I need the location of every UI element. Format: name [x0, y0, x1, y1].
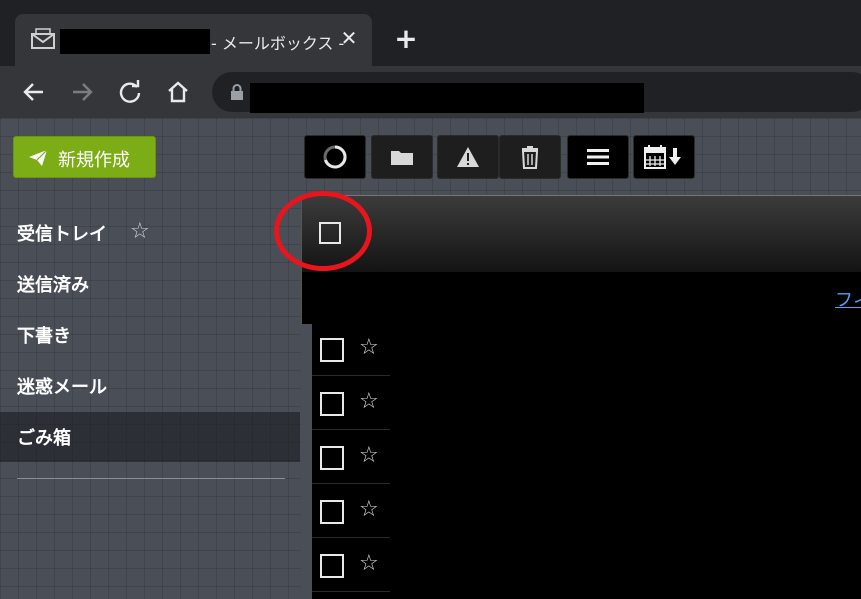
refresh-button[interactable] — [304, 135, 366, 179]
list-gutter — [301, 324, 312, 599]
folder-label: 受信トレイ — [17, 224, 107, 245]
star-icon[interactable]: ☆ — [359, 497, 379, 522]
folder-drafts[interactable]: 下書き — [0, 310, 300, 360]
list-options-button[interactable] — [567, 135, 629, 179]
message-list-header — [301, 195, 861, 272]
report-spam-button[interactable] — [437, 135, 499, 179]
menu-icon — [587, 149, 609, 165]
filter-link[interactable]: フィ — [835, 286, 861, 312]
list-item[interactable]: ☆ — [312, 322, 390, 376]
new-tab-icon[interactable]: + — [393, 25, 419, 53]
compose-button[interactable]: 新規作成 — [13, 136, 156, 178]
delete-button[interactable] — [499, 135, 561, 179]
calendar-download-icon — [644, 145, 681, 169]
star-icon[interactable]: ☆ — [359, 443, 379, 468]
row-checkbox[interactable] — [320, 338, 344, 362]
move-folder-button[interactable] — [371, 135, 433, 179]
list-item[interactable]: ☆ — [312, 538, 390, 592]
folder-spam[interactable]: 迷惑メール — [0, 361, 300, 411]
star-icon[interactable]: ☆ — [130, 219, 150, 244]
row-checkbox[interactable] — [320, 446, 344, 470]
reload-icon[interactable] — [116, 78, 144, 106]
folder-label: 送信済み — [17, 275, 89, 296]
back-icon[interactable] — [20, 78, 48, 106]
list-item[interactable]: ☆ — [312, 376, 390, 430]
browser-toolbar — [0, 66, 861, 118]
folder-label: 迷惑メール — [17, 377, 107, 398]
address-bar[interactable] — [212, 72, 861, 113]
row-checkbox[interactable] — [320, 500, 344, 524]
lock-icon — [231, 84, 243, 100]
star-icon[interactable]: ☆ — [359, 335, 379, 360]
browser-titlebar: - メールボックス - ✕ + — [0, 0, 861, 66]
tab-title: - メールボックス - — [211, 34, 345, 53]
compose-label: 新規作成 — [58, 150, 130, 171]
calendar-download-button[interactable] — [633, 135, 695, 179]
forward-icon[interactable] — [68, 78, 96, 106]
browser-tab[interactable]: - メールボックス - ✕ — [15, 14, 372, 66]
home-icon[interactable] — [164, 78, 192, 106]
url-redaction — [250, 83, 644, 113]
row-checkbox[interactable] — [320, 392, 344, 416]
mailbox-favicon-icon — [31, 28, 55, 49]
warning-icon — [457, 147, 479, 167]
folder-trash[interactable]: ごみ箱 — [0, 412, 300, 462]
tab-close-icon[interactable]: ✕ — [337, 26, 361, 50]
row-checkbox[interactable] — [320, 554, 344, 578]
folder-inbox[interactable]: 受信トレイ ☆ — [0, 208, 300, 258]
star-icon[interactable]: ☆ — [359, 389, 379, 414]
trash-icon — [521, 146, 539, 169]
star-icon[interactable]: ☆ — [359, 551, 379, 576]
sidebar-divider — [17, 478, 285, 479]
refresh-icon — [323, 145, 347, 169]
folder-label: 下書き — [17, 326, 71, 347]
list-item[interactable]: ☆ — [312, 484, 390, 538]
paper-plane-icon — [29, 149, 48, 166]
folder-icon — [391, 151, 413, 165]
folder-label: ごみ箱 — [17, 428, 71, 449]
mail-page: 新規作成 受信トレイ ☆ 送信済み 下書き 迷惑メール ごみ箱 フ ☆ ☆ ☆ … — [0, 118, 861, 599]
folder-sent[interactable]: 送信済み — [0, 259, 300, 309]
red-circle-annotation — [274, 191, 372, 271]
tab-title-redaction — [60, 29, 210, 54]
list-item[interactable]: ☆ — [312, 430, 390, 484]
